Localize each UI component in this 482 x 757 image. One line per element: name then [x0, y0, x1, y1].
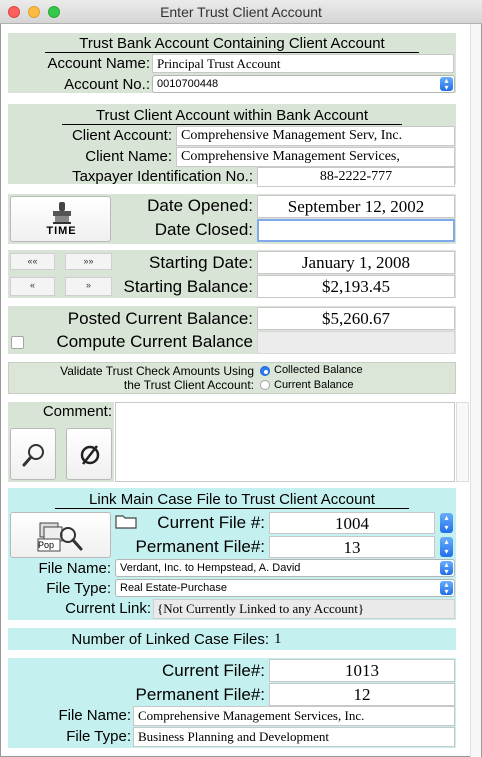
- computed-balance-field: [257, 331, 455, 354]
- window-titlebar: Enter Trust Client Account: [0, 0, 482, 24]
- validate-label-line2: the Trust Client Account:: [123, 378, 254, 392]
- account-no-select[interactable]: 0010700448: [152, 75, 455, 93]
- radio-selected-dot: [264, 370, 268, 374]
- file-type-value: Real Estate-Purchase: [120, 582, 227, 594]
- client-account-label: Client Account:: [71, 127, 172, 144]
- pop-lookup-button[interactable]: Pop: [10, 512, 111, 558]
- permanent-file-field[interactable]: 13: [269, 536, 435, 558]
- linked-permanent-file-label: Permanent File#:: [135, 685, 265, 704]
- date-opened-label: Date Opened:: [147, 196, 253, 215]
- next-record-button[interactable]: »: [65, 277, 112, 296]
- file-name-select[interactable]: Verdant, Inc. to Hempstead, A. David: [115, 559, 455, 577]
- compute-current-balance-label: Compute Current Balance: [56, 332, 253, 351]
- date-opened-field[interactable]: September 12, 2002: [257, 195, 455, 218]
- permanent-file-stepper-icon[interactable]: ▴ ▾: [440, 537, 453, 557]
- client-name-label: Client Name:: [85, 148, 172, 165]
- client-name-field[interactable]: Comprehensive Management Services,: [176, 147, 455, 167]
- collected-balance-radio[interactable]: [260, 366, 270, 376]
- file-name-select-icon[interactable]: ▴ ▾: [440, 561, 453, 576]
- bank-section-header: Trust Bank Account Containing Client Acc…: [8, 35, 456, 53]
- current-file-label: Current File #:: [157, 513, 265, 532]
- taxpayer-label: Taxpayer Identification No.:: [72, 168, 253, 185]
- file-name-value: Verdant, Inc. to Hempstead, A. David: [120, 562, 301, 574]
- client-account-field[interactable]: Comprehensive Management Serv, Inc.: [176, 126, 455, 146]
- current-link-field: {Not Currently Linked to any Account}: [153, 599, 455, 619]
- linked-file-type-label: File Type:: [66, 728, 131, 745]
- empty-set-icon: [80, 445, 100, 465]
- previous-record-button[interactable]: «: [10, 277, 55, 296]
- comment-label: Comment:: [42, 403, 112, 420]
- window-title: Enter Trust Client Account: [160, 4, 322, 20]
- clock-stamp-icon: [53, 202, 71, 224]
- starting-date-label: Starting Date:: [149, 253, 253, 272]
- current-file-stepper-icon[interactable]: ▴ ▾: [440, 513, 453, 533]
- permanent-file-label: Permanent File#:: [135, 537, 265, 556]
- comment-textarea[interactable]: [115, 402, 455, 482]
- last-record-button[interactable]: »»: [65, 253, 112, 270]
- linked-current-file-field[interactable]: 1013: [269, 659, 455, 682]
- account-no-stepper-icon[interactable]: ▴ ▾: [440, 77, 453, 92]
- date-closed-label: Date Closed:: [154, 220, 253, 239]
- search-button[interactable]: [10, 428, 56, 480]
- current-balance-option-label: Current Balance: [274, 379, 354, 391]
- collected-balance-label: Collected Balance: [274, 364, 363, 376]
- comment-scrollbar[interactable]: [456, 402, 469, 482]
- date-closed-field[interactable]: [257, 219, 455, 242]
- starting-balance-label: Starting Balance:: [123, 277, 253, 296]
- linked-file-name-label: File Name:: [58, 707, 131, 724]
- magnifier-icon: [22, 444, 44, 467]
- file-name-label: File Name:: [38, 560, 111, 577]
- file-type-select[interactable]: Real Estate-Purchase: [115, 579, 455, 597]
- vertical-scrollbar[interactable]: [470, 24, 481, 757]
- starting-balance-field[interactable]: $2,193.45: [257, 275, 455, 298]
- validate-label: Validate Trust Check Amounts Using the T…: [10, 364, 254, 392]
- folder-icon: [115, 515, 137, 529]
- linked-permanent-file-field[interactable]: 12: [269, 683, 455, 706]
- linked-current-file-label: Current File#:: [162, 661, 265, 680]
- time-button-label: TIME: [46, 225, 77, 237]
- account-name-field[interactable]: Principal Trust Account: [152, 54, 454, 73]
- first-record-button[interactable]: ««: [10, 253, 55, 270]
- linked-count-value: 1: [274, 631, 282, 647]
- taxpayer-field[interactable]: 88-2222-777: [257, 167, 455, 187]
- validate-label-line1: Validate Trust Check Amounts Using: [60, 364, 254, 378]
- clear-button[interactable]: [66, 428, 112, 480]
- client-section-header: Trust Client Account within Bank Account: [8, 107, 456, 125]
- linked-count-label: Number of Linked Case Files:: [71, 631, 269, 648]
- linked-file-type-field[interactable]: Business Planning and Development: [133, 727, 455, 747]
- file-type-select-icon[interactable]: ▴ ▾: [440, 581, 453, 596]
- current-balance-radio[interactable]: [260, 380, 270, 390]
- linked-file-name-field[interactable]: Comprehensive Management Services, Inc.: [133, 706, 455, 726]
- link-section-header: Link Main Case File to Trust Client Acco…: [8, 491, 456, 509]
- file-type-label: File Type:: [46, 580, 111, 597]
- current-link-label: Current Link:: [65, 600, 151, 617]
- account-name-label: Account Name:: [47, 55, 150, 72]
- time-button[interactable]: TIME: [10, 196, 111, 242]
- current-file-field[interactable]: 1004: [269, 512, 435, 534]
- starting-date-field[interactable]: January 1, 2008: [257, 251, 455, 274]
- account-no-value: 0010700448: [157, 78, 219, 90]
- posted-balance-field[interactable]: $5,260.67: [257, 307, 455, 330]
- account-no-label: Account No.:: [64, 76, 150, 93]
- pop-label: Pop: [38, 540, 55, 550]
- posted-balance-label: Posted Current Balance:: [67, 309, 253, 328]
- compute-current-balance-checkbox[interactable]: [11, 336, 24, 349]
